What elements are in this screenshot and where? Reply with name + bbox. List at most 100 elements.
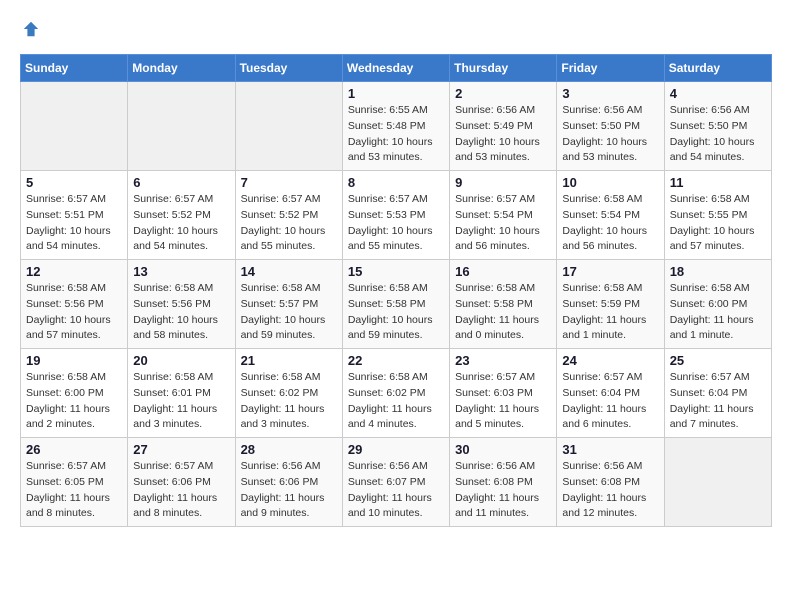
day-info: Sunrise: 6:58 AM Sunset: 6:02 PM Dayligh… [348, 370, 444, 433]
day-number: 31 [562, 442, 658, 457]
calendar-cell: 6Sunrise: 6:57 AM Sunset: 5:52 PM Daylig… [128, 171, 235, 260]
day-info: Sunrise: 6:58 AM Sunset: 5:55 PM Dayligh… [670, 192, 766, 255]
calendar-cell: 8Sunrise: 6:57 AM Sunset: 5:53 PM Daylig… [342, 171, 449, 260]
day-info: Sunrise: 6:58 AM Sunset: 5:58 PM Dayligh… [455, 281, 551, 344]
day-info: Sunrise: 6:58 AM Sunset: 5:59 PM Dayligh… [562, 281, 658, 344]
logo [20, 20, 40, 38]
calendar-cell: 31 Sunrise: 6:56 AM Sunset: 6:08 PM Dayli… [557, 438, 664, 527]
calendar-cell: 20 Sunrise: 6:58 AM Sunset: 6:01 PM Dayli… [128, 349, 235, 438]
day-number: 14 [241, 264, 337, 279]
day-number: 28 [241, 442, 337, 457]
day-number: 27 [133, 442, 229, 457]
calendar-cell [235, 82, 342, 171]
day-number: 26 [26, 442, 122, 457]
day-info: Sunrise: 6:58 AM Sunset: 5:56 PM Dayligh… [26, 281, 122, 344]
day-of-week-header: Friday [557, 55, 664, 82]
day-info: Sunrise: 6:57 AM Sunset: 6:03 PM Dayligh… [455, 370, 551, 433]
day-number: 3 [562, 86, 658, 101]
calendar-cell: 29 Sunrise: 6:56 AM Sunset: 6:07 PM Dayli… [342, 438, 449, 527]
calendar-cell: 19 Sunrise: 6:58 AM Sunset: 6:00 PM Dayli… [21, 349, 128, 438]
day-info: Sunrise: 6:56 AM Sunset: 6:08 PM Dayligh… [562, 459, 658, 522]
calendar-cell: 9 Sunrise: 6:57 AM Sunset: 5:54 PM Daylig… [450, 171, 557, 260]
calendar-cell: 3 Sunrise: 6:56 AM Sunset: 5:50 PM Daylig… [557, 82, 664, 171]
calendar-cell: 30 Sunrise: 6:56 AM Sunset: 6:08 PM Dayli… [450, 438, 557, 527]
calendar-cell: 17 Sunrise: 6:58 AM Sunset: 5:59 PM Dayli… [557, 260, 664, 349]
day-info: Sunrise: 6:56 AM Sunset: 5:50 PM Dayligh… [670, 103, 766, 166]
day-of-week-header: Wednesday [342, 55, 449, 82]
calendar-cell: 13 Sunrise: 6:58 AM Sunset: 5:56 PM Dayli… [128, 260, 235, 349]
calendar-cell: 24 Sunrise: 6:57 AM Sunset: 6:04 PM Dayli… [557, 349, 664, 438]
day-number: 4 [670, 86, 766, 101]
day-info: Sunrise: 6:56 AM Sunset: 5:50 PM Dayligh… [562, 103, 658, 166]
day-info: Sunrise: 6:57 AM Sunset: 5:54 PM Dayligh… [455, 192, 551, 255]
day-number: 11 [670, 175, 766, 190]
calendar-cell: 18 Sunrise: 6:58 AM Sunset: 6:00 PM Dayli… [664, 260, 771, 349]
calendar-week-row: 26 Sunrise: 6:57 AM Sunset: 6:05 PM Dayli… [21, 438, 772, 527]
day-info: Sunrise: 6:58 AM Sunset: 6:01 PM Dayligh… [133, 370, 229, 433]
day-info: Sunrise: 6:56 AM Sunset: 5:49 PM Dayligh… [455, 103, 551, 166]
day-of-week-header: Saturday [664, 55, 771, 82]
calendar-cell: 21 Sunrise: 6:58 AM Sunset: 6:02 PM Dayli… [235, 349, 342, 438]
calendar-week-row: 1Sunrise: 6:55 AM Sunset: 5:48 PM Daylig… [21, 82, 772, 171]
calendar-cell: 16 Sunrise: 6:58 AM Sunset: 5:58 PM Dayli… [450, 260, 557, 349]
calendar-cell: 4 Sunrise: 6:56 AM Sunset: 5:50 PM Daylig… [664, 82, 771, 171]
day-of-week-header: Tuesday [235, 55, 342, 82]
day-info: Sunrise: 6:58 AM Sunset: 5:58 PM Dayligh… [348, 281, 444, 344]
day-info: Sunrise: 6:56 AM Sunset: 6:08 PM Dayligh… [455, 459, 551, 522]
calendar-cell: 23 Sunrise: 6:57 AM Sunset: 6:03 PM Dayli… [450, 349, 557, 438]
day-info: Sunrise: 6:58 AM Sunset: 6:02 PM Dayligh… [241, 370, 337, 433]
calendar-cell: 12 Sunrise: 6:58 AM Sunset: 5:56 PM Dayli… [21, 260, 128, 349]
day-info: Sunrise: 6:57 AM Sunset: 6:05 PM Dayligh… [26, 459, 122, 522]
day-of-week-header: Thursday [450, 55, 557, 82]
day-of-week-header: Monday [128, 55, 235, 82]
day-number: 24 [562, 353, 658, 368]
calendar-table: SundayMondayTuesdayWednesdayThursdayFrid… [20, 54, 772, 527]
day-number: 21 [241, 353, 337, 368]
day-number: 29 [348, 442, 444, 457]
day-number: 16 [455, 264, 551, 279]
calendar-header-row: SundayMondayTuesdayWednesdayThursdayFrid… [21, 55, 772, 82]
day-info: Sunrise: 6:57 AM Sunset: 6:04 PM Dayligh… [562, 370, 658, 433]
calendar-cell: 28 Sunrise: 6:56 AM Sunset: 6:06 PM Dayli… [235, 438, 342, 527]
day-info: Sunrise: 6:56 AM Sunset: 6:06 PM Dayligh… [241, 459, 337, 522]
day-number: 19 [26, 353, 122, 368]
day-info: Sunrise: 6:57 AM Sunset: 6:04 PM Dayligh… [670, 370, 766, 433]
day-number: 23 [455, 353, 551, 368]
day-number: 9 [455, 175, 551, 190]
day-number: 2 [455, 86, 551, 101]
day-number: 1 [348, 86, 444, 101]
calendar-cell: 7 Sunrise: 6:57 AM Sunset: 5:52 PM Daylig… [235, 171, 342, 260]
logo-icon [22, 20, 40, 38]
day-number: 7 [241, 175, 337, 190]
calendar-cell: 11 Sunrise: 6:58 AM Sunset: 5:55 PM Dayli… [664, 171, 771, 260]
day-number: 20 [133, 353, 229, 368]
calendar-cell: 25 Sunrise: 6:57 AM Sunset: 6:04 PM Dayli… [664, 349, 771, 438]
day-info: Sunrise: 6:56 AM Sunset: 6:07 PM Dayligh… [348, 459, 444, 522]
calendar-cell [128, 82, 235, 171]
calendar-week-row: 5Sunrise: 6:57 AM Sunset: 5:51 PM Daylig… [21, 171, 772, 260]
day-number: 17 [562, 264, 658, 279]
calendar-cell [21, 82, 128, 171]
day-number: 30 [455, 442, 551, 457]
calendar-week-row: 19 Sunrise: 6:58 AM Sunset: 6:00 PM Dayli… [21, 349, 772, 438]
calendar-cell: 15Sunrise: 6:58 AM Sunset: 5:58 PM Dayli… [342, 260, 449, 349]
day-number: 25 [670, 353, 766, 368]
calendar-cell: 27Sunrise: 6:57 AM Sunset: 6:06 PM Dayli… [128, 438, 235, 527]
calendar-cell: 26 Sunrise: 6:57 AM Sunset: 6:05 PM Dayli… [21, 438, 128, 527]
day-number: 5 [26, 175, 122, 190]
day-info: Sunrise: 6:58 AM Sunset: 6:00 PM Dayligh… [26, 370, 122, 433]
calendar-cell [664, 438, 771, 527]
day-info: Sunrise: 6:58 AM Sunset: 5:56 PM Dayligh… [133, 281, 229, 344]
calendar-week-row: 12 Sunrise: 6:58 AM Sunset: 5:56 PM Dayli… [21, 260, 772, 349]
day-number: 8 [348, 175, 444, 190]
day-number: 12 [26, 264, 122, 279]
day-number: 18 [670, 264, 766, 279]
day-info: Sunrise: 6:58 AM Sunset: 5:54 PM Dayligh… [562, 192, 658, 255]
day-info: Sunrise: 6:57 AM Sunset: 5:52 PM Dayligh… [241, 192, 337, 255]
day-number: 22 [348, 353, 444, 368]
day-of-week-header: Sunday [21, 55, 128, 82]
day-info: Sunrise: 6:58 AM Sunset: 6:00 PM Dayligh… [670, 281, 766, 344]
day-number: 10 [562, 175, 658, 190]
day-number: 13 [133, 264, 229, 279]
calendar-cell: 1Sunrise: 6:55 AM Sunset: 5:48 PM Daylig… [342, 82, 449, 171]
